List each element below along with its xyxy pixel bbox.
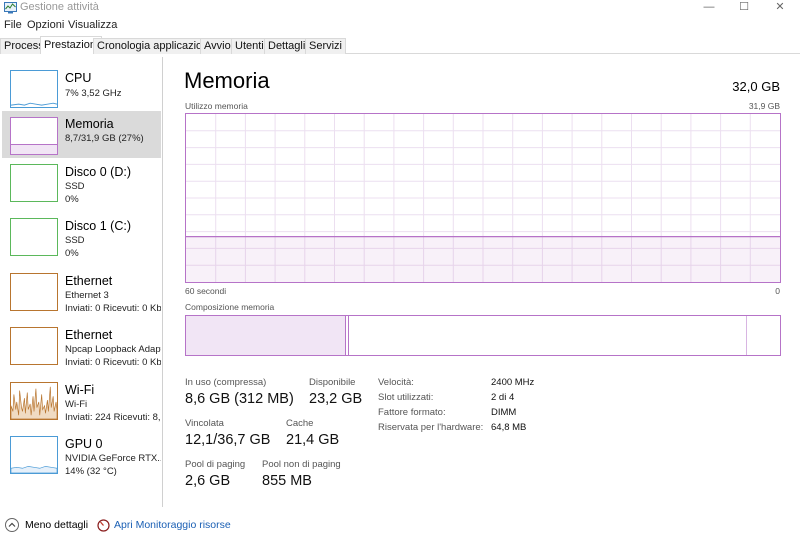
menu-options[interactable]: Opzioni [27, 19, 64, 31]
sidebar-item-sub: NVIDIA GeForce RTX... [65, 453, 161, 464]
cache-label: Cache [286, 418, 314, 429]
disk-thumbnail-graph [10, 218, 58, 256]
sidebar-item-sub2: Inviati: 0 Ricevuti: 0 Kbps [65, 357, 161, 368]
footer-bar: Meno dettagli Apri Monitoraggio risorse [0, 514, 800, 538]
cpu-thumbnail-graph [10, 70, 58, 108]
nonpaged-pool-value: 855 MB [262, 473, 312, 489]
sidebar-item-sub: 8,7/31,9 GB (27%) [65, 133, 144, 144]
slots-label: Slot utilizzati: [378, 392, 434, 403]
tab-app-history[interactable]: Cronologia applicazioni [93, 38, 215, 54]
paged-pool-value: 2,6 GB [185, 473, 231, 489]
composition-label: Composizione memoria [185, 302, 275, 312]
usage-graph-max: 31,9 GB [748, 101, 780, 111]
available-label: Disponibile [309, 377, 356, 388]
tab-details[interactable]: Dettagli [264, 38, 310, 54]
memory-usage-chart [186, 114, 780, 282]
memory-usage-graph [185, 113, 781, 283]
sidebar-item-ethernet-3[interactable]: Ethernet Ethernet 3 Inviati: 0 Ricevuti:… [2, 273, 161, 323]
sidebar-item-label: Ethernet [65, 274, 113, 288]
task-manager-icon [4, 2, 17, 14]
maximize-button[interactable]: ☐ [727, 0, 761, 17]
graph-time-right: 0 [775, 286, 780, 296]
open-resource-monitor-label: Apri Monitoraggio risorse [114, 519, 231, 531]
speed-label: Velocità: [378, 377, 414, 388]
sidebar-item-sub: SSD [65, 235, 85, 246]
wifi-thumbnail-graph [10, 382, 58, 420]
sidebar-item-sub: Npcap Loopback Adapter [65, 344, 161, 355]
sidebar-item-sub2: 14% (32 °C) [65, 466, 117, 477]
window-title: Gestione attività [20, 1, 99, 13]
hardware-reserved-label: Riservata per l'hardware: [378, 422, 484, 433]
committed-label: Vincolata [185, 418, 224, 429]
cache-value: 21,4 GB [286, 432, 340, 448]
sidebar-item-sub: Ethernet 3 [65, 290, 109, 301]
sidebar-item-gpu-0[interactable]: GPU 0 NVIDIA GeForce RTX... 14% (32 °C) [2, 436, 161, 486]
page-title: Memoria [184, 68, 270, 93]
tab-users[interactable]: Utenti [231, 38, 268, 54]
tab-startup[interactable]: Avvio [200, 38, 235, 54]
tab-bar: Processi Prestazioni Cronologia applicaz… [0, 36, 800, 54]
sidebar-item-disk-1[interactable]: Disco 1 (C:) SSD 0% [2, 218, 161, 268]
minimize-button[interactable]: — [692, 0, 726, 17]
in-use-value: 8,6 GB (312 MB) [185, 391, 294, 407]
tab-services[interactable]: Servizi [305, 38, 347, 54]
memory-composition-bar [185, 315, 781, 356]
graph-time-left: 60 secondi [185, 286, 227, 296]
disk-thumbnail-graph [10, 164, 58, 202]
usage-graph-label: Utilizzo memoria [185, 101, 248, 111]
composition-in-use [186, 316, 347, 355]
less-details-label: Meno dettagli [25, 519, 89, 531]
form-factor-value: DIMM [491, 407, 517, 418]
gpu-thumbnail-graph [10, 436, 58, 474]
sidebar-item-label: Ethernet [65, 328, 113, 342]
sidebar-item-disk-0[interactable]: Disco 0 (D:) SSD 0% [2, 164, 161, 214]
ethernet-thumbnail-graph [10, 273, 58, 311]
paged-pool-label: Pool di paging [185, 459, 246, 470]
composition-standby [349, 316, 748, 355]
sidebar-item-sub2: Inviati: 0 Ricevuti: 0 Kbps [65, 303, 161, 314]
usage-area [186, 236, 780, 282]
menu-view[interactable]: Visualizza [68, 19, 117, 31]
slots-value: 2 di 4 [491, 392, 515, 403]
sidebar-item-label: Wi-Fi [65, 383, 95, 397]
sidebar-item-ethernet-npcap[interactable]: Ethernet Npcap Loopback Adapter Inviati:… [2, 327, 161, 377]
speed-value: 2400 MHz [491, 377, 535, 388]
hardware-reserved-value: 64,8 MB [491, 422, 527, 433]
ethernet-thumbnail-graph [10, 327, 58, 365]
sidebar-item-label: CPU [65, 71, 92, 85]
sidebar-item-sub: SSD [65, 181, 85, 192]
sidebar-item-wifi[interactable]: Wi-Fi Wi-Fi Inviati: 224 Ricevuti: 8,0 [2, 382, 161, 432]
sidebar-item-label: GPU 0 [65, 437, 103, 451]
sidebar-item-sub2: Inviati: 224 Ricevuti: 8,0 [65, 412, 161, 423]
in-use-label: In uso (compressa) [185, 377, 267, 388]
memory-thumbnail-fill [11, 144, 57, 154]
sidebar-item-label: Disco 0 (D:) [65, 165, 131, 179]
available-value: 23,2 GB [309, 391, 363, 407]
sidebar-item-sub: 7% 3,52 GHz [65, 88, 122, 99]
menu-file[interactable]: File [4, 19, 22, 31]
sidebar-item-sub: Wi-Fi [65, 399, 88, 410]
resource-sidebar: CPU 7% 3,52 GHz Memoria 8,7/31,9 GB (27%… [0, 57, 163, 507]
form-factor-label: Fattore formato: [378, 407, 446, 418]
sidebar-item-label: Disco 1 (C:) [65, 219, 131, 233]
total-memory: 32,0 GB [732, 79, 780, 94]
title-bar: Gestione attività — ☐ ✕ [0, 0, 800, 17]
sidebar-item-memory[interactable]: Memoria 8,7/31,9 GB (27%) [2, 111, 161, 158]
sidebar-item-sub2: 0% [65, 248, 79, 259]
resource-monitor-icon [97, 519, 110, 532]
sidebar-item-label: Memoria [65, 117, 114, 131]
chevron-up-icon [5, 518, 19, 532]
sidebar-item-sub2: 0% [65, 194, 79, 205]
close-button[interactable]: ✕ [763, 0, 797, 17]
memory-thumbnail-graph [10, 117, 58, 155]
committed-value: 12,1/36,7 GB [185, 432, 271, 448]
nonpaged-pool-label: Pool non di paging [262, 459, 341, 470]
